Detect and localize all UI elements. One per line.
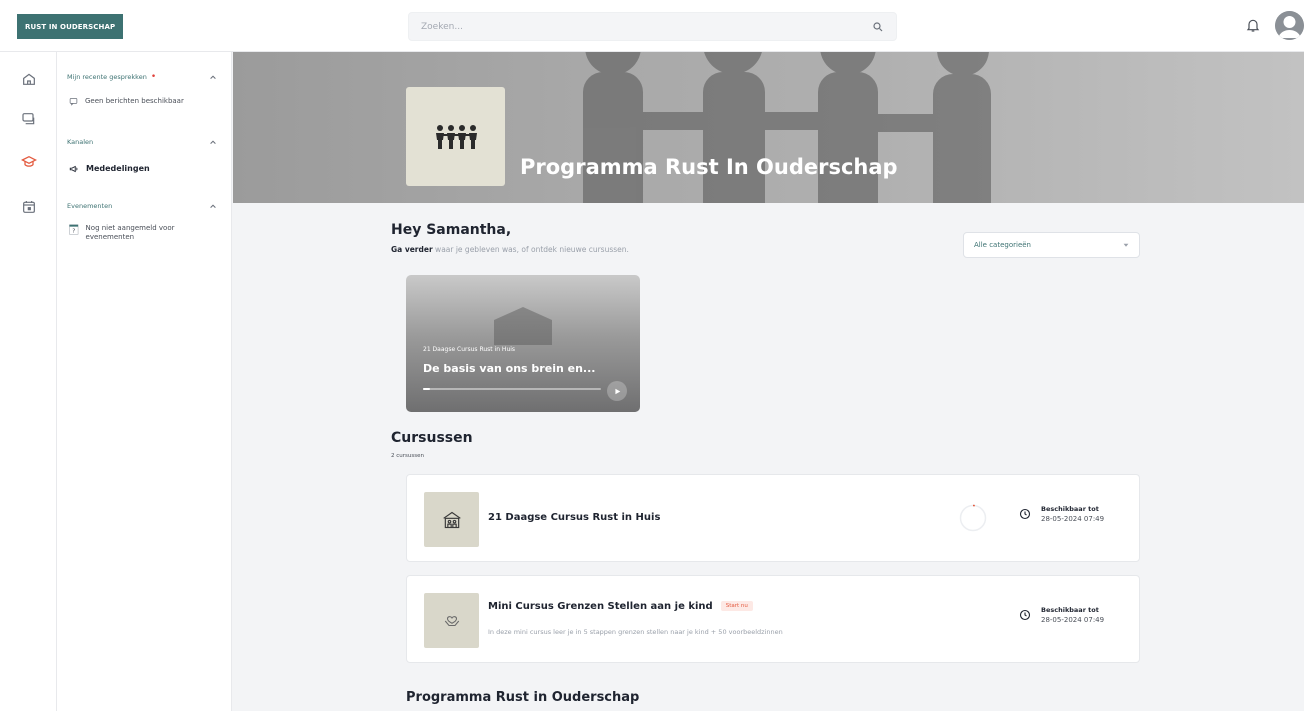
program-section-heading: Programma Rust in Ouderschap [406,690,640,705]
message-icon [69,98,78,106]
courses-heading: Cursussen [391,430,473,446]
sidebar-section-events[interactable]: Evenementen [67,202,217,210]
continue-course-card[interactable]: 21 Daagse Cursus Rust in Huis De basis v… [406,275,640,412]
user-silhouette-icon [1275,11,1304,40]
greeting-strong: Ga verder [391,245,433,254]
avatar[interactable] [1275,11,1304,40]
sidebar-section-channels[interactable]: Kanalen [67,138,217,146]
hero-background-figures [583,52,991,203]
clock-icon [1019,508,1031,520]
course-title-text: Mini Cursus Grenzen Stellen aan je kind [488,601,713,612]
course-thumbnail [424,593,479,648]
lesson-progress-bar [423,388,601,390]
availability-date: 28-05-2024 07:49 [1041,616,1105,624]
sidebar-item-mededelingen[interactable]: Mededelingen [69,164,150,174]
calendar-question-icon: ? [69,224,79,235]
course-description: In deze mini cursus leer je in 5 stappen… [488,628,783,636]
play-icon [614,388,620,394]
sidebar: Mijn recente gesprekken • Geen berichten … [57,52,232,711]
section-title: Mijn recente gesprekken [67,73,147,81]
course-thumbnail [424,492,479,547]
continue-lesson-title: De basis van ons brein en... [423,362,596,375]
progress-ring [959,504,987,532]
continue-course-name: 21 Daagse Cursus Rust in Huis [423,346,516,353]
bell-icon[interactable] [1245,17,1261,33]
lesson-progress-fill [423,388,431,390]
family-icon [435,124,477,149]
chevron-down-icon [1123,243,1129,247]
sidebar-empty-events: ? Nog niet aangemeld voor evenementen [69,224,219,243]
category-select[interactable]: Alle categorieën [963,232,1140,258]
availability: Beschikbaar tot 28-05-2024 07:49 [1019,505,1104,523]
icon-rail [0,52,57,711]
sidebar-item-label: Geen berichten beschikbaar [85,97,184,105]
course-title: Mini Cursus Grenzen Stellen aan je kind S… [488,601,753,612]
page-title: Programma Rust In Ouderschap [520,155,898,179]
top-bar: RUST IN OUDERSCHAP [0,0,1304,52]
section-title: Kanalen [67,138,94,146]
calendar-icon[interactable] [21,199,37,215]
sidebar-empty-messages: Geen berichten beschikbaar [69,97,184,106]
section-title: Evenementen [67,202,113,210]
course-card[interactable]: Mini Cursus Grenzen Stellen aan je kind S… [406,575,1140,663]
chevron-up-icon[interactable] [209,73,217,81]
chevron-up-icon[interactable] [209,138,217,146]
sidebar-item-label: Mededelingen [86,164,150,173]
search-bar[interactable] [408,12,897,41]
search-icon[interactable] [872,21,884,33]
svg-text:?: ? [72,228,75,234]
course-card[interactable]: 21 Daagse Cursus Rust in Huis Beschikbaa… [406,474,1140,562]
availability-label: Beschikbaar tot [1041,606,1099,614]
clock-icon [1019,609,1031,621]
courses-count: 2 cursussen [391,453,424,459]
greeting-subtitle: Ga verder waar je gebleven was, of ontde… [391,245,629,254]
availability-label: Beschikbaar tot [1041,505,1099,513]
category-select-value: Alle categorieën [974,241,1031,249]
availability-date: 28-05-2024 07:49 [1041,515,1105,523]
greeting-title: Hey Samantha, [391,222,512,238]
program-logo [406,87,505,186]
unread-dot: • [150,72,157,82]
search-input[interactable] [421,21,872,32]
play-button[interactable] [607,381,627,401]
brand-logo[interactable]: RUST IN OUDERSCHAP [17,14,124,39]
course-title: 21 Daagse Cursus Rust in Huis [488,512,661,523]
chat-icon[interactable] [21,111,37,127]
hands-heart-icon [444,615,459,626]
start-now-badge[interactable]: Start nu [720,601,753,611]
hero-banner: Programma Rust In Ouderschap [233,52,1304,203]
greeting-rest: waar je gebleven was, of ontdek nieuwe c… [432,245,629,254]
sidebar-section-recent[interactable]: Mijn recente gesprekken • [67,72,217,82]
home-icon[interactable] [21,71,37,87]
availability: Beschikbaar tot 28-05-2024 07:49 [1019,606,1104,624]
chevron-up-icon[interactable] [209,202,217,210]
house-family-icon [442,511,461,528]
megaphone-icon [69,165,78,173]
course-thumbnail-image [494,307,552,345]
graduation-cap-icon[interactable] [21,154,37,170]
sidebar-item-label: Nog niet aangemeld voor evenementen [85,224,175,242]
